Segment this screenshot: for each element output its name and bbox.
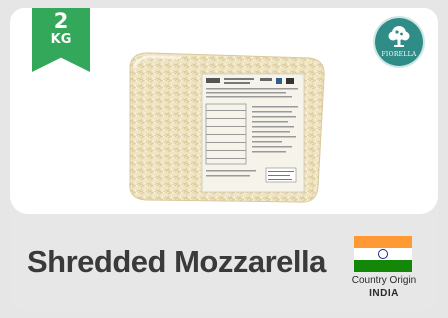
brand-name: FIORELLA bbox=[381, 51, 417, 58]
product-card[interactable]: 2 KG FIORELLA Shredded Mozzarella Countr… bbox=[10, 8, 438, 310]
india-flag-icon bbox=[354, 236, 412, 272]
tree-icon bbox=[388, 26, 410, 47]
origin-label: Country Origin bbox=[351, 275, 417, 286]
product-title: Shredded Mozzarella bbox=[27, 244, 326, 279]
weight-unit: KG bbox=[50, 32, 72, 47]
weight-number: 2 bbox=[53, 9, 69, 33]
product-image-panel: 2 KG FIORELLA bbox=[10, 8, 438, 214]
brand-logo-emblem: FIORELLA bbox=[375, 18, 423, 66]
ashoka-chakra-icon bbox=[378, 249, 388, 259]
weight-badge: 2 KG bbox=[32, 8, 90, 72]
mozzarella-package-image bbox=[129, 52, 325, 203]
brand-logo: FIORELLA bbox=[373, 16, 425, 68]
origin-country: INDIA bbox=[369, 288, 399, 299]
